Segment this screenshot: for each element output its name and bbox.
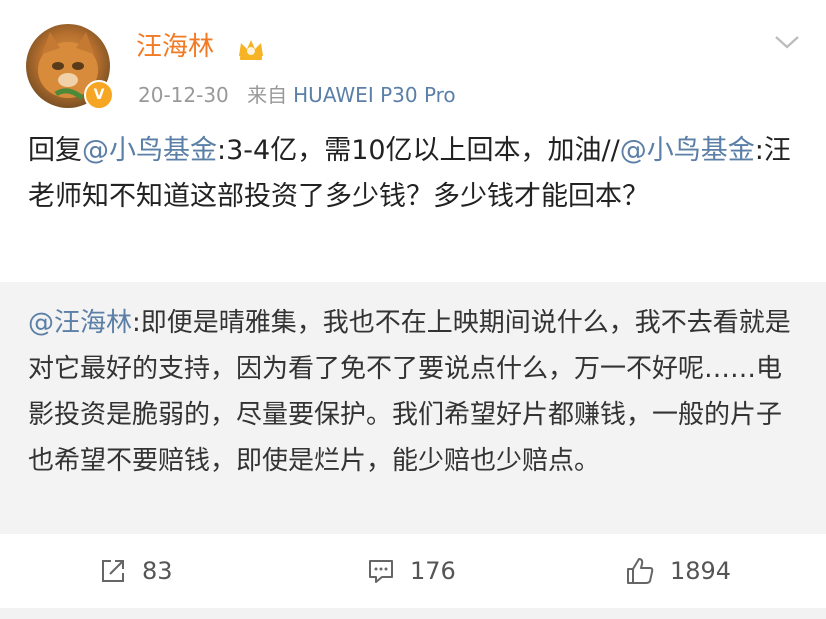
reply-label: 回复 <box>28 135 82 166</box>
vip-crown-icon <box>239 40 263 60</box>
chevron-down-icon[interactable] <box>772 30 802 54</box>
retweet-text-body: :即便是晴雅集，我也不在上映期间说什么，我不去看就是对它最好的支持，因为看了免不… <box>28 308 791 476</box>
bottom-divider <box>0 608 826 619</box>
source-label: 来自 <box>247 83 288 107</box>
action-bar: 83 176 1894 <box>0 534 826 608</box>
repost-icon <box>102 560 124 582</box>
username[interactable]: 汪海林 <box>136 30 214 64</box>
repost-count: 83 <box>142 557 173 585</box>
retweet-card[interactable]: @汪海林:即便是晴雅集，我也不在上映期间说什么，我不去看就是对它最好的支持，因为… <box>0 282 826 534</box>
weibo-post: V 汪海林 20-12-30 来自 HUAWEI P30 Pro 回复@小鸟基金:… <box>0 0 826 619</box>
mention-link[interactable]: @小鸟基金 <box>620 135 755 166</box>
like-button[interactable]: 1894 <box>624 554 731 588</box>
retweet-text: @汪海林:即便是晴雅集，我也不在上映期间说什么，我不去看就是对它最好的支持，因为… <box>28 300 798 484</box>
post-text: 回复@小鸟基金:3-4亿，需10亿以上回本，加油//@小鸟基金:汪老师知不知道这… <box>28 128 798 220</box>
comment-count: 176 <box>410 557 456 585</box>
comment-button[interactable]: 176 <box>366 554 456 588</box>
comment-icon <box>369 560 393 583</box>
mention-link[interactable]: @汪海林 <box>28 308 132 338</box>
avatar-container[interactable]: V <box>26 24 114 110</box>
verified-badge-icon: V <box>84 80 114 110</box>
mention-link[interactable]: @小鸟基金 <box>82 135 217 166</box>
post-meta: 20-12-30 来自 HUAWEI P30 Pro <box>138 81 456 109</box>
like-count: 1894 <box>670 557 732 585</box>
post-text-part: :3-4亿，需10亿以上回本，加油// <box>217 135 620 166</box>
like-icon <box>627 558 654 584</box>
post-date: 20-12-30 <box>138 83 229 107</box>
repost-button[interactable]: 83 <box>98 554 173 588</box>
device-link[interactable]: HUAWEI P30 Pro <box>293 83 456 107</box>
